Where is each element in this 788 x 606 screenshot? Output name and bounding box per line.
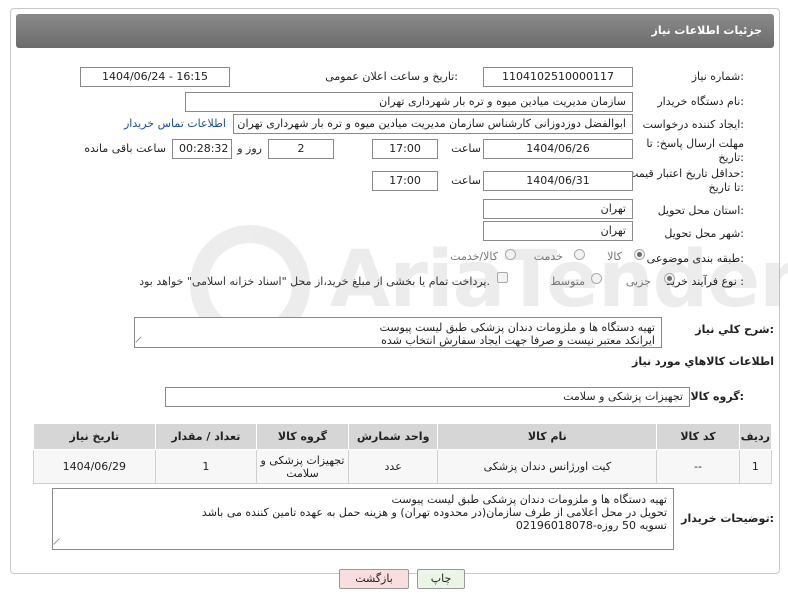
col-item-code: کد کالا [656, 423, 740, 450]
cell-item-code: -- [656, 449, 740, 484]
buyer-notes-textarea[interactable]: تهیه دستگاه ها و ملزومات دندان پزشکی طبق… [52, 488, 674, 550]
price-validity-date-field: 1404/06/31 [483, 171, 633, 191]
price-validity-label-line2: تا تاریخ: [708, 181, 744, 194]
buyer-notes-line-3: تسویه 50 روزه-02196018078 [515, 519, 667, 532]
process-radio-partial[interactable] [664, 273, 675, 284]
goods-table: ردیف کد کالا نام کالا واحد شمارش گروه کا… [33, 423, 773, 484]
requester-field: ابوالفضل دوزدوزانی کارشناس سازمان مدیریت… [233, 114, 633, 134]
description-line-2: ایرانکد معتبر نیست و صرفا جهت ایجاد سفار… [381, 334, 655, 347]
goods-section-title: اطلاعات کالاهاي مورد نياز [632, 355, 774, 368]
buyer-org-label: نام دستگاه خریدار: [657, 95, 744, 108]
cell-row-number: 1 [738, 449, 773, 484]
col-quantity: تعداد / مقدار [154, 423, 258, 450]
category-label: طبقه بندی موضوعی: [646, 252, 744, 265]
reply-deadline-date-field: 1404/06/26 [483, 139, 633, 159]
price-validity-time-field: 17:00 [372, 171, 438, 191]
category-option-goods: کالا [607, 250, 622, 263]
treasury-payment-note: پرداخت تمام یا بخشی از مبلغ خرید،از محل … [139, 275, 490, 288]
announce-datetime-label: تاریخ و ساعت اعلان عمومی: [325, 70, 458, 83]
need-number-field: 1104102510000117 [483, 67, 633, 87]
table-row: 1 -- کیت اورژانس دندان پزشکی عدد تجهیزات… [33, 449, 773, 484]
reply-deadline-label-line1: مهلت ارسال پاسخ: تا [646, 137, 744, 150]
col-row-number: ردیف [738, 423, 773, 450]
delivery-city-label: شهر محل تحویل: [664, 227, 744, 240]
category-radio-service[interactable] [574, 249, 585, 260]
process-option-partial: جزیی [625, 275, 651, 288]
resize-handle-icon[interactable] [53, 538, 65, 549]
print-button[interactable]: چاپ [417, 569, 465, 589]
buyer-notes-line-2: تحویل در محل اعلامی از طرف سازمان(در محد… [201, 506, 667, 519]
treasury-payment-checkbox[interactable] [497, 272, 508, 283]
process-type-label: نوع فرآیند خرید : [666, 275, 744, 288]
category-radio-goods[interactable] [634, 249, 645, 260]
remaining-time-field: 00:28:32 [172, 139, 232, 159]
panel-title: جزئیات اطلاعات نیاز [651, 24, 763, 37]
col-item-name: نام کالا [437, 423, 658, 450]
back-button[interactable]: بازگشت [339, 569, 409, 589]
table-header-row: ردیف کد کالا نام کالا واحد شمارش گروه کا… [33, 423, 773, 450]
category-option-goods-service: کالا/خدمت [450, 250, 498, 263]
buyer-notes-line-1: تهیه دستگاه ها و ملزومات دندان پزشکی طبق… [391, 493, 668, 506]
need-number-label: شماره نیاز: [691, 70, 744, 83]
price-validity-label-line1: حداقل تاریخ اعتبار قیمت: [628, 167, 744, 180]
reply-days-label: روز و [237, 142, 262, 155]
cell-unit: عدد [347, 449, 439, 484]
reply-deadline-label-line2: تاریخ: [718, 151, 744, 164]
description-label: شرح کلي نياز: [695, 323, 774, 336]
delivery-province-label: استان محل تحویل: [657, 204, 744, 217]
price-validity-time-label: ساعت [451, 174, 481, 187]
buyer-org-field: سازمان مدیریت میادین میوه و تره بار شهرد… [185, 92, 633, 112]
reply-deadline-time-label: ساعت [451, 142, 481, 155]
goods-group-field: تجهیزات پزشکی و سلامت [165, 387, 690, 407]
category-option-service: خدمت [533, 250, 563, 263]
process-option-medium: متوسط [550, 275, 585, 288]
goods-group-label: گروه کالا: [690, 390, 744, 403]
reply-days-field: 2 [268, 139, 334, 159]
panel-header: جزئیات اطلاعات نیاز [16, 14, 774, 48]
reply-deadline-time-field: 17:00 [372, 139, 438, 159]
col-unit: واحد شمارش [347, 423, 439, 450]
description-textarea[interactable]: تهیه دستگاه ها و ملزومات دندان پزشکی طبق… [134, 317, 662, 348]
cell-item-name: کیت اورژانس دندان پزشکی [437, 449, 658, 484]
description-line-1: تهیه دستگاه ها و ملزومات دندان پزشکی طبق… [379, 321, 656, 334]
cell-group: تجهیزات پزشکی و سلامت [256, 449, 349, 484]
remaining-time-label: ساعت باقی مانده [84, 142, 166, 155]
buyer-contact-link[interactable]: اطلاعات تماس خریدار [124, 117, 226, 130]
cell-need-date: 1404/06/29 [33, 449, 156, 484]
delivery-city-field: تهران [483, 221, 633, 241]
col-group: گروه کالا [256, 423, 349, 450]
category-radio-goods-service[interactable] [505, 249, 516, 260]
requester-label: ایجاد کننده درخواست: [642, 118, 744, 131]
buyer-notes-label: توضیحات خریدار: [681, 512, 774, 525]
process-radio-medium[interactable] [591, 273, 602, 284]
delivery-province-field: تهران [483, 199, 633, 219]
col-need-date: تاریخ نیاز [33, 423, 156, 450]
cell-quantity: 1 [154, 449, 258, 484]
announce-datetime-field: 1404/06/24 - 16:15 [80, 67, 230, 87]
